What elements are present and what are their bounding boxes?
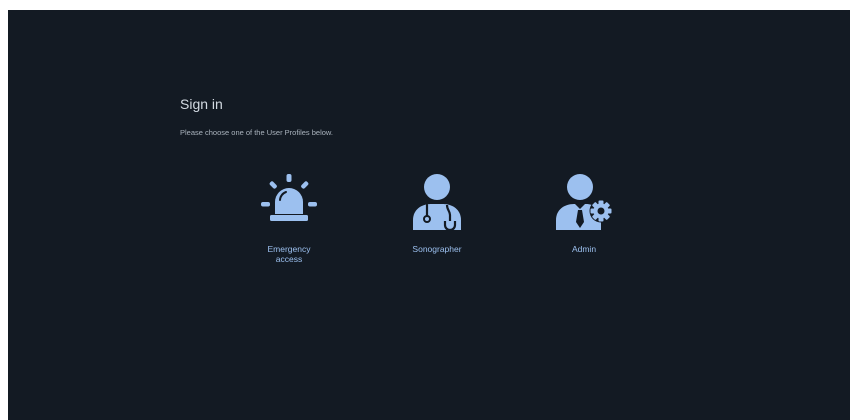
profile-label: Sonographer [412,244,462,254]
siren-icon [261,174,317,221]
profile-emergency-access[interactable]: Emergency access [234,170,344,280]
profile-label: Admin [571,244,597,254]
profile-sonographer[interactable]: Sonographer [382,170,492,280]
profile-admin[interactable]: Admin [529,170,639,280]
instructions-text: Please choose one of the User Profiles b… [180,128,334,137]
page-title: Sign in [180,96,223,112]
profile-label: Emergency access [267,244,311,264]
user-gear-icon [556,174,613,230]
signin-screen: Sign in Please choose one of the User Pr… [8,10,850,420]
doctor-stethoscope-icon [413,174,461,232]
